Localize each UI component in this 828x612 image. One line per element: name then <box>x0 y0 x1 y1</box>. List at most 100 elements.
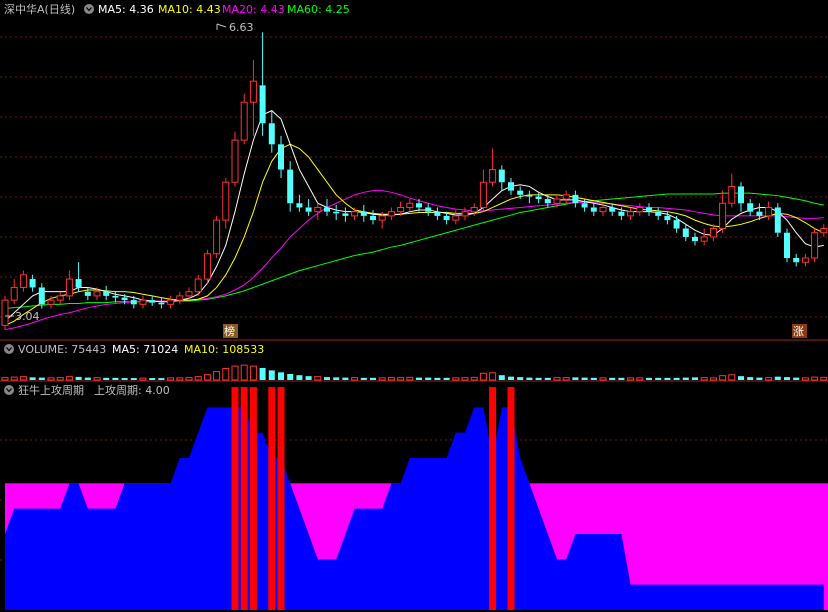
candle <box>820 224 828 237</box>
candle-body <box>93 291 101 297</box>
volume-bar <box>498 375 505 380</box>
volume-bar <box>1 377 9 381</box>
volume-title: VOLUME: 75443 <box>18 343 106 356</box>
candle-body <box>692 236 698 242</box>
indicator-red-bar <box>489 387 497 610</box>
candle-body <box>673 220 680 229</box>
candle-body <box>75 279 82 288</box>
candle-body <box>287 169 294 204</box>
candle <box>508 178 514 195</box>
volume-bar <box>305 376 312 380</box>
volume-bar <box>121 378 128 380</box>
volume-bar <box>314 376 322 381</box>
candle <box>351 207 359 221</box>
candle-body <box>278 144 284 170</box>
candle-body <box>149 300 156 303</box>
volume-bar <box>590 377 597 380</box>
volume-bar <box>185 377 193 381</box>
candle-body <box>112 295 119 298</box>
volume-bar <box>240 364 248 381</box>
indicator-red-bar <box>277 387 285 610</box>
candle <box>324 199 330 216</box>
candle <box>19 270 27 292</box>
candle-body <box>406 202 414 208</box>
candle-body <box>130 300 137 305</box>
volume-bar <box>709 377 717 381</box>
candle-body <box>498 169 505 183</box>
volume-layer <box>1 364 828 381</box>
volume-bar <box>784 377 790 380</box>
chart-toggle-icon[interactable] <box>84 4 94 14</box>
main-panel-grid <box>0 36 828 318</box>
candle-body <box>452 215 460 221</box>
candle-body <box>682 228 689 237</box>
candle-body <box>562 194 570 200</box>
candle <box>259 32 266 136</box>
volume-bar <box>387 377 395 381</box>
volume-bar <box>84 377 91 380</box>
candle-body <box>636 206 644 213</box>
candle-body <box>618 211 625 216</box>
candle <box>167 295 175 309</box>
candle <box>425 203 432 216</box>
volume-bar <box>130 378 137 380</box>
candle-body <box>167 299 175 305</box>
candle-body <box>65 278 73 297</box>
candle-body <box>517 190 524 195</box>
indicator-red-bar <box>268 387 276 610</box>
volume-ma5-label: MA5: 71024 <box>112 343 178 356</box>
indicator-red-bar <box>231 387 239 610</box>
candle <box>387 207 395 221</box>
candle-body <box>259 85 266 124</box>
candle-body <box>213 219 221 255</box>
volume-bar <box>517 377 524 380</box>
ma60-label: MA60: 4.25 <box>287 3 350 16</box>
indicator-toggle-icon[interactable] <box>4 385 14 395</box>
candle-body <box>811 232 819 259</box>
volume-toggle-icon[interactable] <box>4 344 14 354</box>
volume-bar <box>581 377 588 380</box>
volume-bar <box>342 377 349 380</box>
candle-body <box>627 211 635 217</box>
candle-body <box>222 181 230 221</box>
candle-body <box>434 211 441 216</box>
candle <box>627 207 635 221</box>
volume-bar <box>416 377 422 380</box>
candle-body <box>461 211 469 217</box>
candle <box>682 224 689 242</box>
candle-body <box>553 198 561 204</box>
candle-body <box>590 207 597 212</box>
volume-bar <box>324 377 330 380</box>
candle <box>590 203 597 216</box>
volume-bar <box>618 377 625 380</box>
indicator-layer <box>5 387 828 610</box>
low-price-label: 3.04 <box>15 310 40 323</box>
candle-body <box>121 297 128 301</box>
candle-body <box>333 211 340 214</box>
candle-body <box>19 274 27 288</box>
ma20-label: MA20: 4.43 <box>222 3 285 16</box>
volume-bar <box>65 376 73 381</box>
candle <box>360 204 367 222</box>
candle-body <box>103 291 110 296</box>
candle-body <box>84 291 91 296</box>
volume-bar <box>406 376 414 381</box>
candle-body <box>360 211 367 216</box>
candle <box>498 165 505 191</box>
volume-bar <box>820 376 828 381</box>
candle <box>103 285 110 301</box>
candle <box>249 60 257 136</box>
candle-body <box>10 286 18 301</box>
candle-body <box>240 101 248 141</box>
candle <box>738 182 744 212</box>
volume-bar <box>443 377 450 380</box>
ma20-line <box>4 190 824 331</box>
volume-bar <box>655 377 662 380</box>
indicator-red-bar <box>249 387 257 610</box>
candle-body <box>544 199 551 204</box>
candle <box>149 295 156 306</box>
candle <box>342 207 349 222</box>
candle <box>636 203 644 216</box>
volume-bar <box>176 377 184 381</box>
candle <box>673 215 680 233</box>
